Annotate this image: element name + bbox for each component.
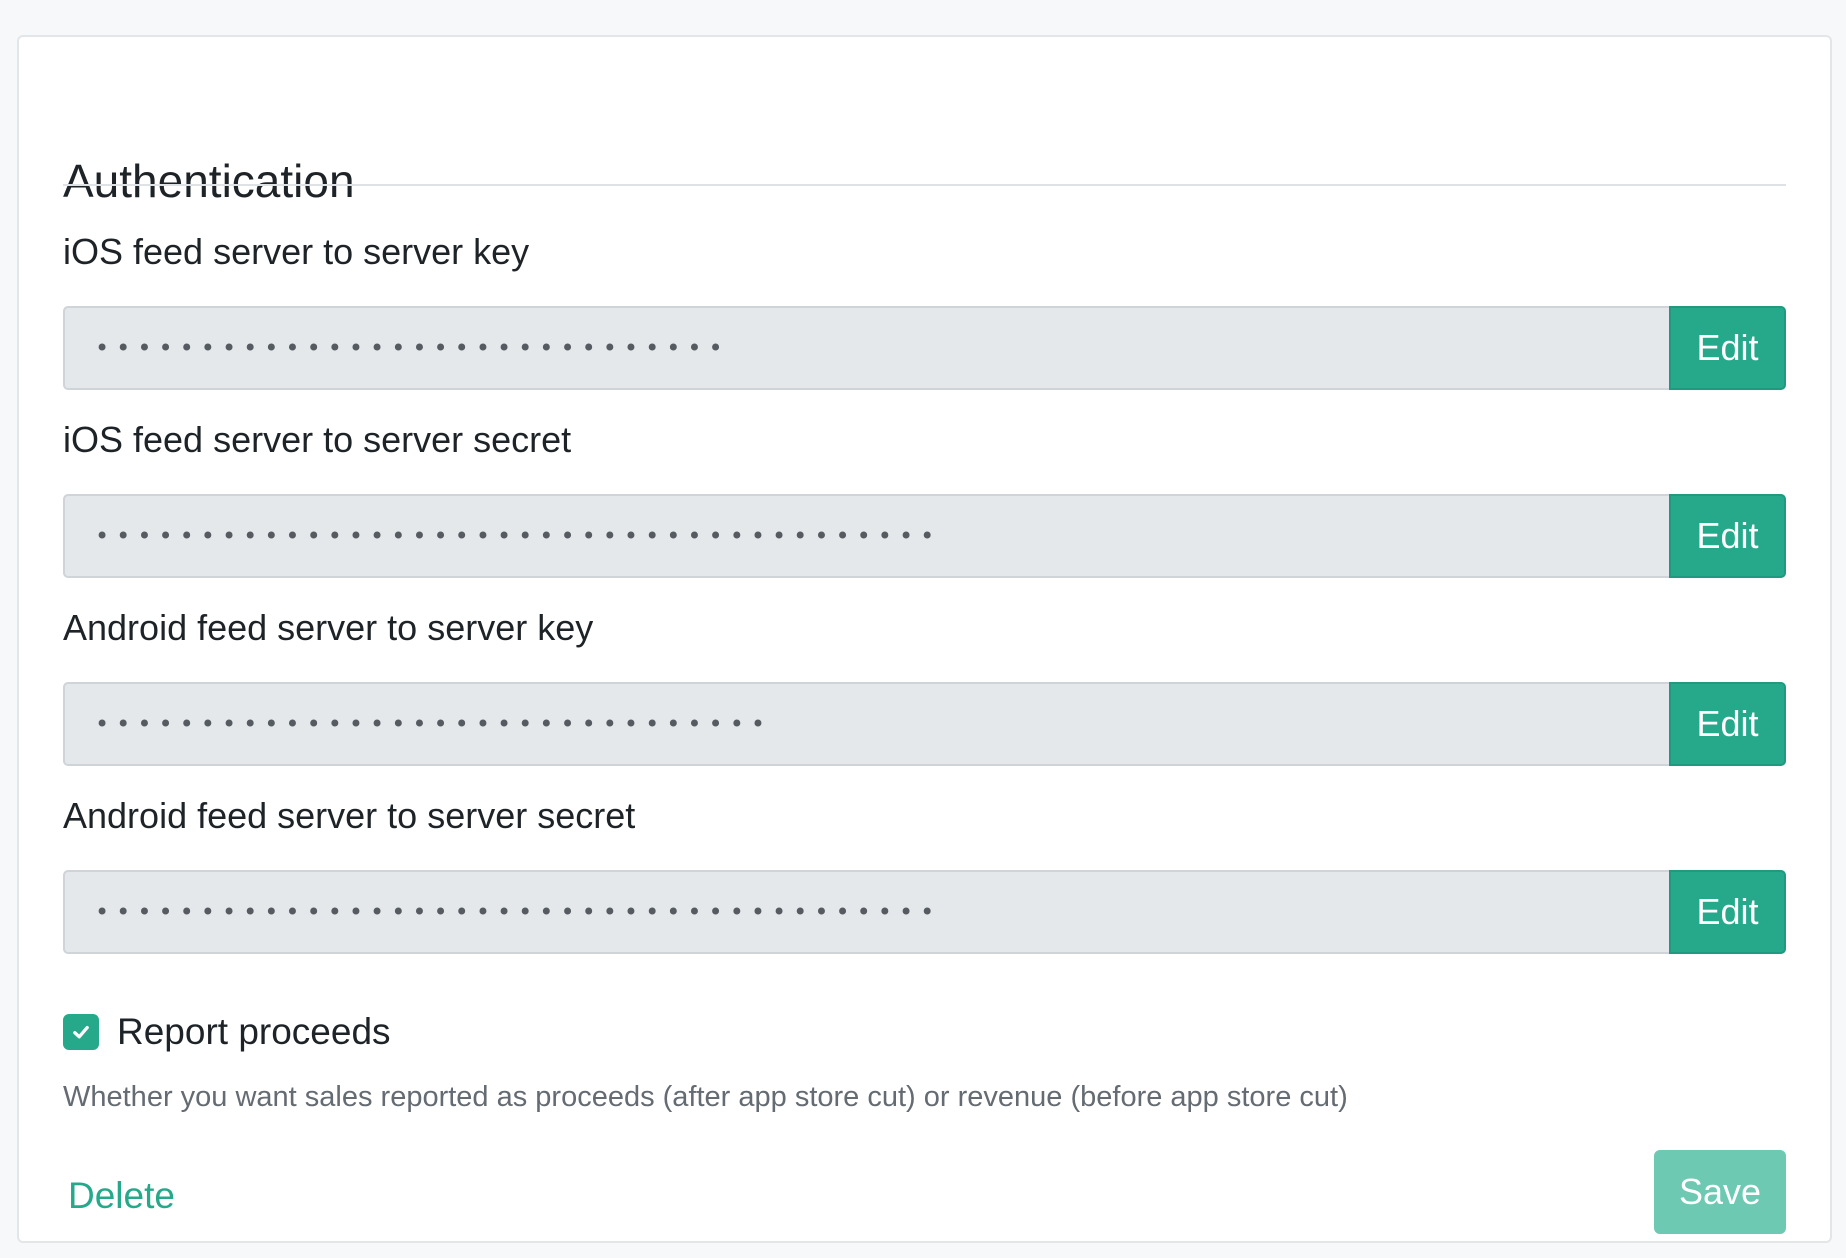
- ios-key-edit-button[interactable]: Edit: [1669, 306, 1786, 390]
- android-key-edit-button[interactable]: Edit: [1669, 682, 1786, 766]
- android-key-input-group: •••••••••••••••••••••••••••••••• Edit: [63, 682, 1786, 766]
- ios-secret-input[interactable]: ••••••••••••••••••••••••••••••••••••••••: [63, 494, 1669, 578]
- android-key-label: Android feed server to server key: [63, 607, 594, 648]
- android-secret-edit-button[interactable]: Edit: [1669, 870, 1786, 954]
- ios-secret-input-group: ••••••••••••••••••••••••••••••••••••••••…: [63, 494, 1786, 578]
- ios-key-input-group: •••••••••••••••••••••••••••••• Edit: [63, 306, 1786, 390]
- report-proceeds-checkbox[interactable]: [63, 1014, 99, 1050]
- android-key-input[interactable]: ••••••••••••••••••••••••••••••••: [63, 682, 1669, 766]
- check-icon: [73, 1025, 89, 1039]
- section-title: Authentication: [63, 155, 355, 207]
- android-secret-input-group: ••••••••••••••••••••••••••••••••••••••••…: [63, 870, 1786, 954]
- ios-key-field: iOS feed server to server key ••••••••••…: [63, 227, 1786, 395]
- ios-key-label: iOS feed server to server key: [63, 231, 530, 272]
- ios-secret-label: iOS feed server to server secret: [63, 419, 572, 460]
- report-proceeds-help-text: Whether you want sales reported as proce…: [63, 1081, 1348, 1113]
- ios-secret-edit-button[interactable]: Edit: [1669, 494, 1786, 578]
- ios-secret-field: iOS feed server to server secret •••••••…: [63, 415, 1786, 583]
- android-secret-field: Android feed server to server secret •••…: [63, 791, 1786, 959]
- report-proceeds-row: Report proceeds: [63, 1005, 391, 1059]
- android-secret-input[interactable]: ••••••••••••••••••••••••••••••••••••••••: [63, 870, 1669, 954]
- section-divider: [63, 184, 1786, 186]
- save-button[interactable]: Save: [1654, 1150, 1786, 1234]
- delete-link[interactable]: Delete: [68, 1169, 175, 1223]
- card-content: Authentication iOS feed server to server…: [63, 37, 1786, 1241]
- report-proceeds-label[interactable]: Report proceeds: [117, 1011, 391, 1053]
- authentication-card: Authentication iOS feed server to server…: [17, 35, 1832, 1243]
- android-key-field: Android feed server to server key ••••••…: [63, 603, 1786, 771]
- android-secret-label: Android feed server to server secret: [63, 795, 636, 836]
- ios-key-input[interactable]: ••••••••••••••••••••••••••••••: [63, 306, 1669, 390]
